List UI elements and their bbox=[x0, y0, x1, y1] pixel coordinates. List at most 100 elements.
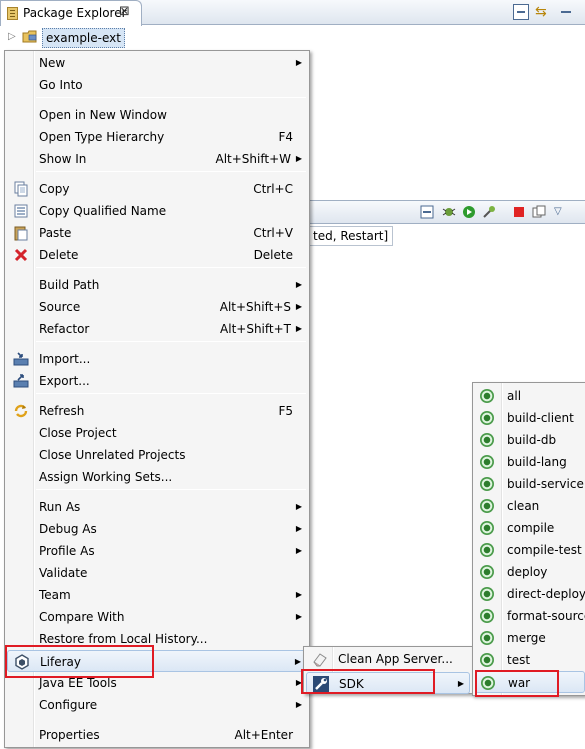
menu-item-label: Copy bbox=[39, 182, 70, 196]
close-icon[interactable]: ⊠ bbox=[119, 4, 130, 19]
ant-target-icon bbox=[480, 411, 494, 425]
menu-item-label: Go Into bbox=[39, 78, 83, 92]
menu-item-paste[interactable]: Paste Ctrl+V bbox=[7, 222, 307, 244]
menu-item-label: Close Unrelated Projects bbox=[39, 448, 186, 462]
menu-item-label: Profile As bbox=[39, 544, 95, 558]
publish-icon[interactable] bbox=[532, 205, 546, 219]
export-icon bbox=[13, 373, 29, 389]
menu-item-close-project[interactable]: Close Project bbox=[7, 422, 307, 444]
menu-item-refresh[interactable]: Refresh F5 bbox=[7, 400, 307, 422]
menu-item-label: all bbox=[507, 389, 522, 403]
menu-separator bbox=[36, 489, 306, 490]
menu-item-copy[interactable]: Copy Ctrl+C bbox=[7, 178, 307, 200]
menu-item-new[interactable]: New ▶ bbox=[7, 52, 307, 74]
profile-icon[interactable] bbox=[482, 205, 496, 219]
project-folder-icon bbox=[22, 30, 37, 43]
menu-item-import[interactable]: Import... bbox=[7, 348, 307, 370]
menu-item-refactor[interactable]: Refactor Alt+Shift+T ▶ bbox=[7, 318, 307, 340]
menu-item-java-ee-tools[interactable]: Java EE Tools ▶ bbox=[7, 672, 307, 694]
menu-item-shortcut: F4 bbox=[278, 130, 293, 144]
sdk-target-clean[interactable]: clean bbox=[475, 495, 585, 517]
menu-item-debug-as[interactable]: Debug As ▶ bbox=[7, 518, 307, 540]
sdk-target-build-service[interactable]: build-service bbox=[475, 473, 585, 495]
submenu-arrow-icon: ▶ bbox=[295, 546, 302, 555]
sdk-target-build-client[interactable]: build-client bbox=[475, 407, 585, 429]
menu-item-label: Build Path bbox=[39, 278, 100, 292]
sdk-submenu: all build-client build-db build-lang build-s… bbox=[472, 382, 585, 696]
sdk-target-compile[interactable]: compile bbox=[475, 517, 585, 539]
copy-icon bbox=[13, 181, 29, 197]
sdk-target-merge[interactable]: merge bbox=[475, 627, 585, 649]
menu-item-configure[interactable]: Configure ▶ bbox=[7, 694, 307, 716]
sdk-target-war[interactable]: war bbox=[475, 671, 585, 693]
menu-item-compare-with[interactable]: Compare With ▶ bbox=[7, 606, 307, 628]
submenu-arrow-icon: ▶ bbox=[295, 280, 302, 289]
menu-item-properties[interactable]: Properties Alt+Enter bbox=[7, 724, 307, 746]
menu-item-profile-as[interactable]: Profile As ▶ bbox=[7, 540, 307, 562]
sdk-target-all[interactable]: all bbox=[475, 385, 585, 407]
menu-item-run-as[interactable]: Run As ▶ bbox=[7, 496, 307, 518]
menu-item-label: Open in New Window bbox=[39, 108, 167, 122]
menu-item-liferay[interactable]: Liferay ▶ bbox=[7, 650, 307, 672]
menu-item-label: deploy bbox=[507, 565, 548, 579]
menu-item-restore-from-local-history[interactable]: Restore from Local History... bbox=[7, 628, 307, 650]
menu-item-shortcut: Ctrl+V bbox=[253, 226, 293, 240]
ant-target-icon bbox=[480, 521, 494, 535]
console-view-menu-icon[interactable]: ▽ bbox=[554, 205, 568, 219]
menu-item-label: Source bbox=[39, 300, 81, 314]
sdk-target-compile-test[interactable]: compile-test bbox=[475, 539, 585, 561]
expand-arrow-icon[interactable]: ▷ bbox=[8, 28, 16, 46]
run-icon[interactable] bbox=[462, 205, 476, 219]
menu-item-show-in[interactable]: Show In Alt+Shift+W ▶ bbox=[7, 148, 307, 170]
link-with-editor-icon[interactable]: ⇆ bbox=[535, 4, 551, 20]
submenu-arrow-icon: ▶ bbox=[295, 154, 302, 163]
tab-package-explorer[interactable]: Package Explorer ⊠ bbox=[0, 0, 142, 26]
refresh-icon bbox=[13, 403, 29, 419]
sdk-target-build-db[interactable]: build-db bbox=[475, 429, 585, 451]
tab-label: Package Explorer bbox=[23, 6, 127, 20]
debug-icon[interactable] bbox=[442, 205, 456, 219]
menu-item-export[interactable]: Export... bbox=[7, 370, 307, 392]
menu-item-copy-qualified-name[interactable]: Copy Qualified Name bbox=[7, 200, 307, 222]
sdk-target-format-source[interactable]: format-source bbox=[475, 605, 585, 627]
ant-target-icon bbox=[480, 389, 494, 403]
console-toolbar: ▽ bbox=[300, 200, 585, 224]
minimize-console-icon[interactable] bbox=[420, 205, 434, 219]
menu-item-close-unrelated-projects[interactable]: Close Unrelated Projects bbox=[7, 444, 307, 466]
menu-item-label: Assign Working Sets... bbox=[39, 470, 173, 484]
liferay-item-clean-app-server[interactable]: Clean App Server... bbox=[306, 648, 470, 670]
liferay-item-sdk[interactable]: SDK ▶ bbox=[306, 672, 470, 694]
eraser-icon bbox=[312, 651, 328, 667]
menu-item-open-in-new-window[interactable]: Open in New Window bbox=[7, 104, 307, 126]
menu-item-source[interactable]: Source Alt+Shift+S ▶ bbox=[7, 296, 307, 318]
menu-item-label: Team bbox=[39, 588, 71, 602]
collapse-all-icon[interactable] bbox=[513, 4, 529, 20]
menu-item-label: build-service bbox=[507, 477, 584, 491]
menu-item-label: Liferay bbox=[40, 655, 82, 669]
sdk-target-build-lang[interactable]: build-lang bbox=[475, 451, 585, 473]
menu-item-build-path[interactable]: Build Path ▶ bbox=[7, 274, 307, 296]
ant-target-icon bbox=[480, 455, 494, 469]
view-menu-icon[interactable] bbox=[561, 11, 571, 13]
sdk-wrench-icon bbox=[313, 676, 329, 692]
menu-item-label: Export... bbox=[39, 374, 90, 388]
submenu-arrow-icon: ▶ bbox=[295, 612, 302, 621]
stop-icon[interactable] bbox=[512, 205, 526, 219]
menu-item-assign-working-sets[interactable]: Assign Working Sets... bbox=[7, 466, 307, 488]
menu-item-label: Clean App Server... bbox=[338, 652, 453, 666]
submenu-arrow-icon: ▶ bbox=[295, 302, 302, 311]
menu-item-shortcut: Alt+Enter bbox=[234, 728, 293, 742]
menu-item-validate[interactable]: Validate bbox=[7, 562, 307, 584]
menu-item-go-into[interactable]: Go Into bbox=[7, 74, 307, 96]
menu-item-delete[interactable]: Delete Delete bbox=[7, 244, 307, 266]
menu-item-shortcut: Delete bbox=[253, 248, 293, 262]
menu-item-open-type-hierarchy[interactable]: Open Type Hierarchy F4 bbox=[7, 126, 307, 148]
menu-item-label: Compare With bbox=[39, 610, 125, 624]
sdk-target-direct-deploy[interactable]: direct-deploy bbox=[475, 583, 585, 605]
menu-item-team[interactable]: Team ▶ bbox=[7, 584, 307, 606]
sdk-target-test[interactable]: test bbox=[475, 649, 585, 671]
sdk-target-deploy[interactable]: deploy bbox=[475, 561, 585, 583]
submenu-arrow-icon: ▶ bbox=[295, 678, 302, 687]
menu-item-label: Java EE Tools bbox=[39, 676, 117, 690]
menu-item-label: Refactor bbox=[39, 322, 90, 336]
